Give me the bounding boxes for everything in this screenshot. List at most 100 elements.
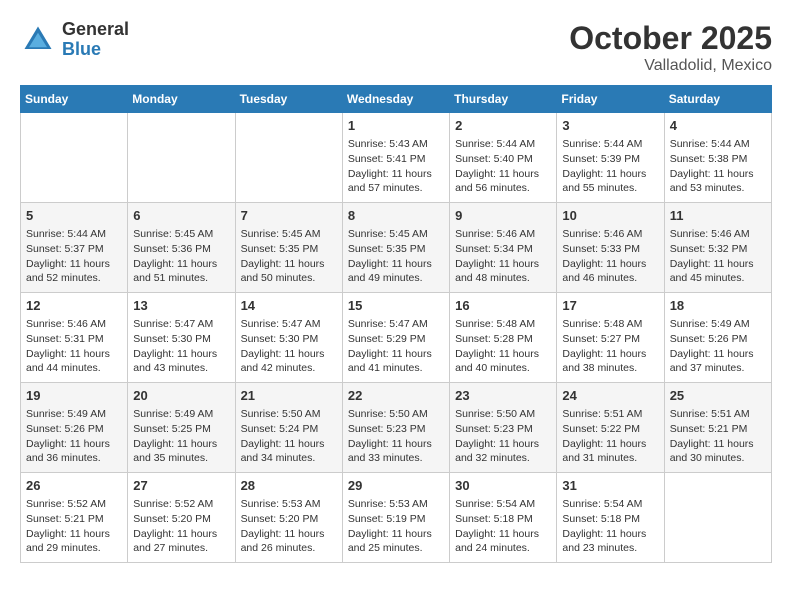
title-block: October 2025 Valladolid, Mexico [569,20,772,75]
day-number: 22 [348,387,444,405]
day-number: 27 [133,477,229,495]
sunrise-text: Sunrise: 5:46 AM [26,318,106,330]
calendar-cell: 29Sunrise: 5:53 AMSunset: 5:19 PMDayligh… [342,473,449,563]
sunset-text: Sunset: 5:24 PM [241,423,319,435]
calendar-cell: 9Sunrise: 5:46 AMSunset: 5:34 PMDaylight… [450,203,557,293]
calendar-cell: 26Sunrise: 5:52 AMSunset: 5:21 PMDayligh… [21,473,128,563]
sunrise-text: Sunrise: 5:45 AM [348,228,428,240]
day-number: 11 [670,207,766,225]
sunrise-text: Sunrise: 5:45 AM [133,228,213,240]
daylight-text: Daylight: 11 hours and 49 minutes. [348,258,432,285]
sunrise-text: Sunrise: 5:44 AM [670,138,750,150]
day-number: 2 [455,117,551,135]
day-number: 19 [26,387,122,405]
logo-icon [20,22,56,58]
day-number: 6 [133,207,229,225]
day-number: 1 [348,117,444,135]
calendar-cell [235,113,342,203]
sunrise-text: Sunrise: 5:52 AM [26,498,106,510]
calendar-cell: 15 Sunrise: 5:47 AM Sunset: 5:29 PM Dayligh… [342,293,449,383]
daylight-text: Daylight: 11 hours and 30 minutes. [670,438,754,465]
sunrise-text: Sunrise: 5:48 AM [562,318,642,330]
sunrise-text: Sunrise: 5:51 AM [562,408,642,420]
daylight-text: Daylight: 11 hours and 53 minutes. [670,168,754,195]
sunset-text: Sunset: 5:30 PM [133,333,211,345]
calendar-cell: 16Sunrise: 5:48 AMSunset: 5:28 PMDayligh… [450,293,557,383]
sunset-text: Sunset: 5:22 PM [562,423,640,435]
sunrise-text: Sunrise: 5:44 AM [26,228,106,240]
sunrise-text: Sunrise: 5:47 AM [348,318,428,330]
sunrise-text: Sunrise: 5:44 AM [455,138,535,150]
calendar-cell: 30Sunrise: 5:54 AMSunset: 5:18 PMDayligh… [450,473,557,563]
sunset-text: Sunset: 5:23 PM [348,423,426,435]
calendar-week-5: 26Sunrise: 5:52 AMSunset: 5:21 PMDayligh… [21,473,772,563]
daylight-text: Daylight: 11 hours and 48 minutes. [455,258,539,285]
sunset-text: Sunset: 5:41 PM [348,153,426,165]
daylight-text: Daylight: 11 hours and 38 minutes. [562,348,646,375]
daylight-text: Daylight: 11 hours and 36 minutes. [26,438,110,465]
sunset-text: Sunset: 5:19 PM [348,513,426,525]
calendar-cell: 11Sunrise: 5:46 AMSunset: 5:32 PMDayligh… [664,203,771,293]
sunrise-text: Sunrise: 5:47 AM [241,318,321,330]
sunset-text: Sunset: 5:25 PM [133,423,211,435]
sunrise-text: Sunrise: 5:43 AM [348,138,428,150]
logo-text: General Blue [62,20,129,60]
calendar-cell [664,473,771,563]
calendar-table: SundayMondayTuesdayWednesdayThursdayFrid… [20,85,772,563]
calendar-cell: 1Sunrise: 5:43 AMSunset: 5:41 PMDaylight… [342,113,449,203]
calendar-cell: 24Sunrise: 5:51 AMSunset: 5:22 PMDayligh… [557,383,664,473]
day-number: 30 [455,477,551,495]
day-number: 7 [241,207,337,225]
sunrise-text: Sunrise: 5:53 AM [241,498,321,510]
sunset-text: Sunset: 5:20 PM [241,513,319,525]
day-number: 5 [26,207,122,225]
sunset-text: Sunset: 5:26 PM [670,333,748,345]
sunset-text: Sunset: 5:37 PM [26,243,104,255]
sunset-text: Sunset: 5:18 PM [562,513,640,525]
day-number: 16 [455,297,551,315]
day-number: 21 [241,387,337,405]
day-number: 20 [133,387,229,405]
sunset-text: Sunset: 5:29 PM [348,333,426,345]
sunrise-text: Sunrise: 5:46 AM [670,228,750,240]
sunset-text: Sunset: 5:40 PM [455,153,533,165]
daylight-text: Daylight: 11 hours and 37 minutes. [670,348,754,375]
daylight-text: Daylight: 11 hours and 51 minutes. [133,258,217,285]
daylight-text: Daylight: 11 hours and 43 minutes. [133,348,217,375]
sunset-text: Sunset: 5:27 PM [562,333,640,345]
daylight-text: Daylight: 11 hours and 52 minutes. [26,258,110,285]
day-number: 3 [562,117,658,135]
calendar-cell [21,113,128,203]
month-title: October 2025 [569,20,772,57]
day-number: 10 [562,207,658,225]
sunrise-text: Sunrise: 5:46 AM [455,228,535,240]
day-number: 18 [670,297,766,315]
logo: General Blue [20,20,129,60]
daylight-text: Daylight: 11 hours and 44 minutes. [26,348,110,375]
col-header-thursday: Thursday [450,86,557,113]
sunrise-text: Sunrise: 5:54 AM [455,498,535,510]
sunset-text: Sunset: 5:20 PM [133,513,211,525]
daylight-text: Daylight: 11 hours and 41 minutes. [348,348,432,375]
calendar-cell: 14Sunrise: 5:47 AMSunset: 5:30 PMDayligh… [235,293,342,383]
day-number: 8 [348,207,444,225]
calendar-cell: 8 Sunrise: 5:45 AM Sunset: 5:35 PM Daylight… [342,203,449,293]
sunset-text: Sunset: 5:35 PM [241,243,319,255]
sunrise-text: Sunrise: 5:49 AM [133,408,213,420]
sunset-text: Sunset: 5:28 PM [455,333,533,345]
logo-general: General [62,19,129,39]
sunset-text: Sunset: 5:32 PM [670,243,748,255]
calendar-cell: 19Sunrise: 5:49 AMSunset: 5:26 PMDayligh… [21,383,128,473]
day-number: 15 [348,297,444,315]
col-header-friday: Friday [557,86,664,113]
day-number: 12 [26,297,122,315]
daylight-text: Daylight: 11 hours and 35 minutes. [133,438,217,465]
col-header-saturday: Saturday [664,86,771,113]
daylight-text: Daylight: 11 hours and 33 minutes. [348,438,432,465]
calendar-cell: 20 Sunrise: 5:49 AM Sunset: 5:25 PM Dayligh… [128,383,235,473]
calendar-cell: 4Sunrise: 5:44 AMSunset: 5:38 PMDaylight… [664,113,771,203]
calendar-cell [128,113,235,203]
sunset-text: Sunset: 5:35 PM [348,243,426,255]
sunrise-text: Sunrise: 5:44 AM [562,138,642,150]
calendar-cell: 17Sunrise: 5:48 AMSunset: 5:27 PMDayligh… [557,293,664,383]
